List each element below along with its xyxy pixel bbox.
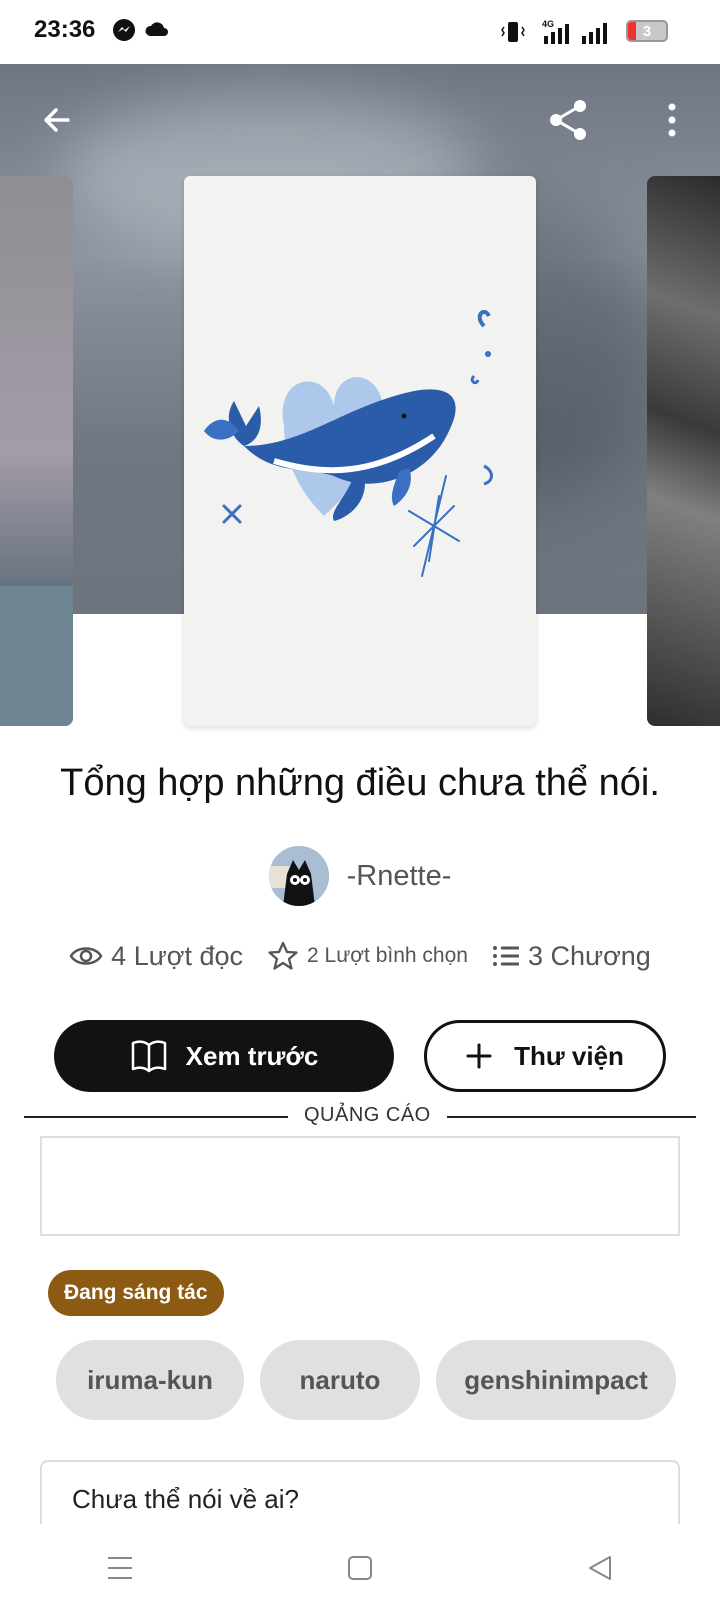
status-bar: 23:36 4G 3	[0, 0, 720, 64]
author-name[interactable]: -Rnette-	[347, 860, 452, 893]
plus-icon	[466, 1043, 492, 1069]
home-nav-icon[interactable]	[346, 1554, 374, 1582]
description-text: Chưa thể nói về ai?	[72, 1484, 299, 1514]
system-nav-bar	[0, 1524, 720, 1612]
list-icon	[492, 946, 519, 966]
menu-nav-icon[interactable]	[106, 1554, 134, 1582]
reads-count: 4 Lượt đọc	[111, 940, 244, 971]
share-icon	[550, 100, 586, 140]
cloud-icon	[145, 22, 168, 36]
tag-chip[interactable]: genshinimpact	[436, 1340, 676, 1420]
whale-illustration	[204, 309, 493, 577]
tag-chip[interactable]: naruto	[260, 1340, 420, 1420]
battery-level: 3	[642, 22, 652, 40]
back-nav-icon[interactable]	[586, 1554, 614, 1582]
preview-button[interactable]: Xem trước	[54, 1020, 394, 1092]
eye-icon	[69, 947, 103, 965]
add-to-library-button[interactable]: Thư viện	[424, 1020, 666, 1092]
status-notification-icons	[112, 18, 170, 42]
status-time: 23:36	[34, 16, 96, 43]
signal-4g-icon: 4G	[542, 19, 569, 44]
cat-avatar-image	[268, 846, 329, 906]
stat-votes: 2 Lượt bình chọn	[267, 940, 468, 972]
share-button[interactable]	[540, 92, 596, 148]
ad-label: QUẢNG CÁO	[288, 1104, 447, 1127]
votes-count: 2 Lượt bình chọn	[307, 944, 468, 967]
cover-next[interactable]	[647, 176, 720, 726]
back-button[interactable]	[28, 92, 84, 148]
ad-slot[interactable]	[40, 1136, 680, 1236]
battery-icon: 3	[626, 20, 668, 42]
star-icon	[268, 941, 298, 970]
status-system-icons: 4G	[500, 18, 610, 46]
svg-text:4G: 4G	[542, 19, 554, 29]
more-vert-icon	[668, 103, 676, 137]
messenger-icon	[113, 19, 135, 41]
library-label: Thư viện	[514, 1040, 624, 1071]
cover-previous[interactable]	[0, 176, 73, 726]
stat-chapters[interactable]: 3 Chương	[492, 941, 651, 972]
chapters-count: 3 Chương	[527, 940, 651, 971]
tag-list: iruma-kun naruto genshinimpact	[56, 1340, 676, 1420]
author-row[interactable]: -Rnette-	[0, 846, 720, 906]
preview-label: Xem trước	[185, 1040, 319, 1071]
tag-chip[interactable]: iruma-kun	[56, 1340, 244, 1420]
cover-current[interactable]	[184, 176, 536, 726]
status-badge: Đang sáng tác	[48, 1270, 224, 1316]
book-title: Tổng hợp những điều chưa thể nói.	[60, 762, 660, 804]
author-avatar[interactable]	[268, 846, 329, 906]
vibrate-icon	[501, 22, 525, 42]
stat-reads: 4 Lượt đọc	[69, 941, 243, 972]
book-open-icon	[131, 1040, 166, 1073]
signal-icon	[582, 23, 607, 44]
more-options-button[interactable]	[644, 92, 700, 148]
book-stats: 4 Lượt đọc 2 Lượt bình chọn 3 Chương	[0, 940, 720, 972]
back-arrow-icon	[44, 108, 70, 132]
